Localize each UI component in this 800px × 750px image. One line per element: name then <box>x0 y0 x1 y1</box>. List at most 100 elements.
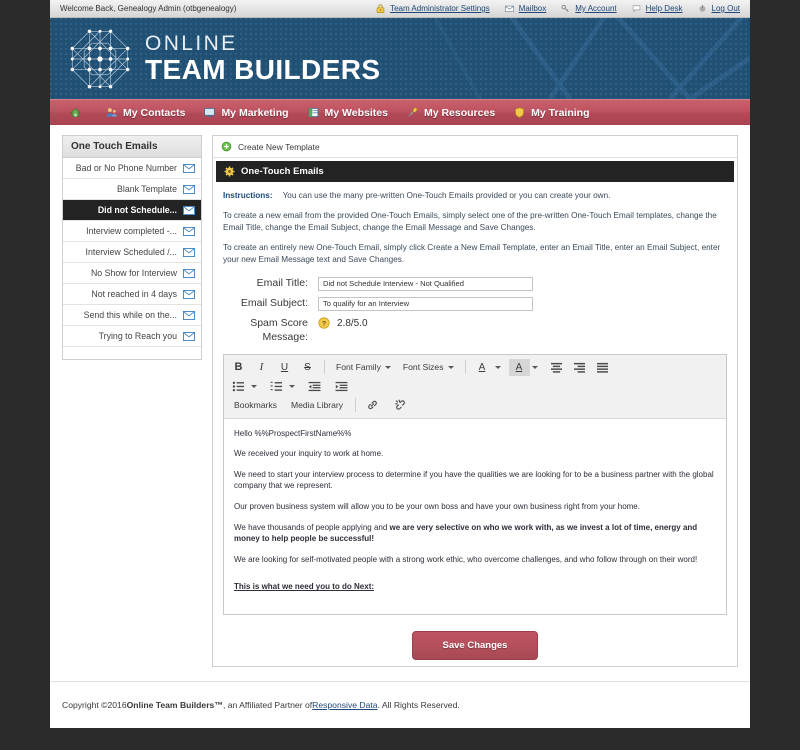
gear-icon <box>224 166 235 177</box>
email-title-label: Email Title: <box>256 277 308 290</box>
unlink-button[interactable] <box>390 397 411 414</box>
one-touch-emails-sidebar: One Touch Emails Bad or No Phone Number … <box>62 135 202 360</box>
spam-score-value: 2.8/5.0 <box>337 317 368 329</box>
font-sizes-label: Font Sizes <box>402 362 444 373</box>
font-family-dropdown[interactable]: Font Family <box>331 359 396 376</box>
message-paragraph-4: Our proven business system will allow yo… <box>234 502 640 512</box>
nav-item-my-websites[interactable]: My Websites <box>298 100 397 125</box>
logo-line-1: ONLINE <box>145 32 238 55</box>
window-icon <box>308 107 318 118</box>
spam-score-label-line1: Spam Score <box>250 317 308 330</box>
bullet-list-icon <box>232 381 244 392</box>
media-library-button[interactable]: Media Library <box>285 397 349 414</box>
sidebar-item-not-reached-in-4-days[interactable]: Not reached in 4 days <box>63 284 201 305</box>
align-center-icon <box>550 362 562 373</box>
text-color-button[interactable]: A <box>472 359 493 376</box>
align-justify-button[interactable] <box>592 359 613 376</box>
utility-link-my-account[interactable]: My Account <box>560 3 617 14</box>
font-sizes-dropdown[interactable]: Font Sizes <box>398 359 459 376</box>
sidebar-item-no-show-for-interview[interactable]: No Show for Interview <box>63 263 201 284</box>
instructions-block: Instructions: You can use the many pre-w… <box>213 182 737 269</box>
sidebar-item-interview-scheduled[interactable]: Interview Scheduled /... <box>63 242 201 263</box>
footer-copyright-pre: Copyright ©2016 <box>62 700 127 710</box>
decrease-indent-button[interactable] <box>304 378 325 395</box>
spam-score-row: Spam Score Message: ? 2.8/5.0 <box>223 317 727 343</box>
nav-item-my-training[interactable]: My Training <box>504 100 598 125</box>
strikethrough-button[interactable]: S <box>297 359 318 376</box>
footer-responsive-data-link[interactable]: Responsive Data <box>312 700 377 710</box>
envelope-icon <box>183 331 195 341</box>
save-changes-button[interactable]: Save Changes <box>411 631 539 661</box>
help-question-icon: ? <box>318 317 330 330</box>
envelope-icon <box>183 247 195 257</box>
nav-item-home[interactable] <box>60 100 96 125</box>
utility-link-label[interactable]: Help Desk <box>646 4 683 13</box>
key-icon <box>561 4 570 13</box>
svg-text:?: ? <box>322 321 326 328</box>
footer-brand: Online Team Builders™ <box>126 700 223 710</box>
envelope-icon <box>183 310 195 320</box>
align-right-icon <box>573 362 585 373</box>
sidebar-item-interview-completed[interactable]: Interview completed -... <box>63 221 201 242</box>
sidebar-item-label: Did not Schedule... <box>97 205 177 215</box>
email-subject-input[interactable] <box>318 297 533 312</box>
nav-item-my-resources[interactable]: My Resources <box>397 100 504 125</box>
align-right-button[interactable] <box>569 359 590 376</box>
instructions-paragraph-2: To create an entirely new One-Touch Emai… <box>223 242 721 264</box>
utility-link-label[interactable]: Mailbox <box>519 4 547 13</box>
envelope-icon <box>183 289 195 299</box>
sidebar-item-blank-template[interactable]: Blank Template <box>63 179 201 200</box>
utility-link-help-desk[interactable]: Help Desk <box>631 3 683 14</box>
footer-mid: , an Affiliated Partner of <box>222 700 313 710</box>
envelope-icon <box>183 268 195 278</box>
email-form: Email Title: Email Subject: Spam Score M… <box>213 269 737 343</box>
align-center-button[interactable] <box>546 359 567 376</box>
message-paragraph-5: We have thousands of people applying and… <box>234 522 716 545</box>
bullet-list-button[interactable] <box>228 378 249 395</box>
email-message-body[interactable]: Hello %%ProspectFirstName%% We received … <box>224 419 726 614</box>
sidebar-item-trying-to-reach-you[interactable]: Trying to Reach you <box>63 326 201 347</box>
nav-item-my-marketing[interactable]: My Marketing <box>194 100 297 125</box>
chevron-down-icon[interactable] <box>289 384 295 388</box>
instructions-paragraph-1: To create a new email from the provided … <box>223 210 717 232</box>
unlink-icon <box>395 399 405 410</box>
utility-link-label[interactable]: Team Administrator Settings <box>390 4 490 13</box>
page-content: One Touch Emails Bad or No Phone Number … <box>50 125 750 667</box>
email-title-input[interactable] <box>318 277 533 292</box>
sidebar-item-label: Interview completed -... <box>86 226 177 236</box>
editor-toolbar-row-1: B I U S Font Family Font Sizes A A <box>228 358 722 377</box>
insert-link-button[interactable] <box>362 397 383 414</box>
email-subject-label: Email Subject: <box>240 297 308 310</box>
sidebar-item-label: Trying to Reach you <box>98 331 177 341</box>
microphone-icon <box>408 107 418 117</box>
utility-link-mailbox[interactable]: Mailbox <box>504 3 547 14</box>
utility-link-label[interactable]: My Account <box>575 4 616 13</box>
background-color-button[interactable]: A <box>508 358 530 376</box>
chevron-down-icon[interactable] <box>251 384 257 388</box>
nav-item-label: My Resources <box>423 106 496 119</box>
indent-icon <box>335 381 348 391</box>
create-new-template-button[interactable]: Create New Template <box>213 136 737 158</box>
chevron-down-icon[interactable] <box>531 365 538 369</box>
sidebar-item-label: No Show for Interview <box>90 268 177 278</box>
sidebar-item-bad-or-no-phone-number[interactable]: Bad or No Phone Number <box>63 158 201 179</box>
nav-item-my-contacts[interactable]: My Contacts <box>96 100 194 125</box>
italic-button[interactable]: I <box>251 359 272 376</box>
sidebar-item-did-not-schedule[interactable]: Did not Schedule... <box>63 200 201 221</box>
email-title-row: Email Title: <box>223 277 727 292</box>
nav-item-label: My Contacts <box>123 106 186 119</box>
page-footer: Copyright ©2016 Online Team Builders™, a… <box>50 681 750 728</box>
power-icon <box>699 5 705 12</box>
sidebar-item-send-this-while-on-the[interactable]: Send this while on the... <box>63 305 201 326</box>
create-new-template-label: Create New Template <box>238 141 320 152</box>
utility-link-label[interactable]: Log Out <box>712 4 740 13</box>
utility-link-log-out[interactable]: Log Out <box>697 3 740 14</box>
utility-links: Team Administrator Settings Mailbox My A… <box>375 3 740 14</box>
underline-button[interactable]: U <box>274 359 295 376</box>
chevron-down-icon[interactable] <box>494 365 501 369</box>
utility-link-team-admin-settings[interactable]: Team Administrator Settings <box>375 3 490 14</box>
increase-indent-button[interactable] <box>331 378 352 395</box>
numbered-list-button[interactable] <box>266 378 287 395</box>
bold-button[interactable]: B <box>228 359 249 376</box>
bookmarks-button[interactable]: Bookmarks <box>228 397 283 414</box>
